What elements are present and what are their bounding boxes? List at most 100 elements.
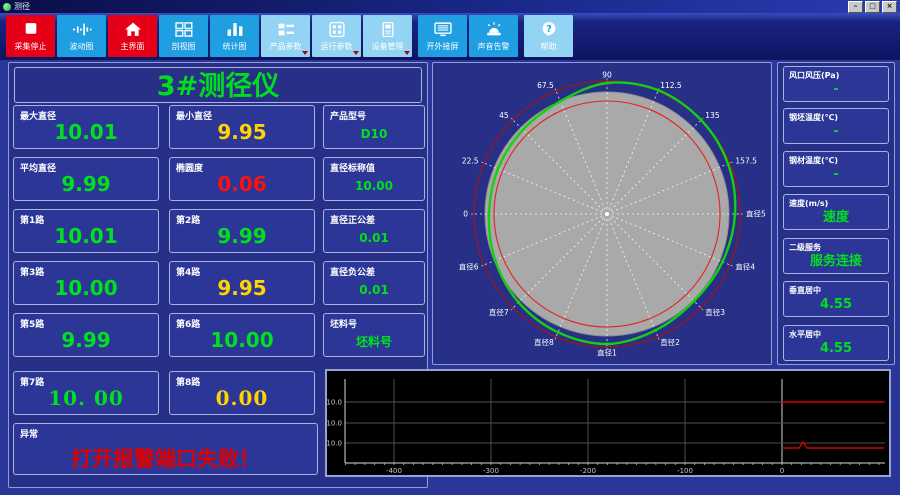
trend-chart-panel: -400 -300 -200 -100 0 10.0 10.0 10.0 [325, 369, 891, 477]
svg-text:直径3: 直径3 [705, 307, 725, 317]
toolbar-button-stop-acquisition[interactable]: 采集停止 [6, 15, 55, 57]
field-value: 10. 00 [48, 386, 124, 410]
svg-text:-100: -100 [677, 467, 693, 475]
field-horizontal-centering: 水平居中 4.55 [783, 325, 889, 361]
svg-text:157.5: 157.5 [735, 156, 757, 165]
toolbar-button-label: 运行参数 [320, 42, 353, 51]
toolbar-button-statistics-chart[interactable]: 统计图 [210, 15, 259, 57]
field-value: - [833, 167, 839, 182]
minimize-button[interactable]: – [848, 0, 863, 13]
field-channel-5: 第5路 9.99 [13, 313, 159, 357]
toolbar-button-run-params[interactable]: 运行参数 [312, 15, 361, 57]
field-label: 直径正公差 [330, 216, 376, 226]
toolbar-button-label: 波动图 [69, 42, 94, 51]
toolbar: 采集停止 波动图 主界面 剖视图 统计图 产品参数 运行参数 设备管理 开外接屏… [0, 13, 900, 60]
close-button[interactable]: × [882, 0, 897, 13]
toolbar-button-sound-alarm[interactable]: 声音告警 [469, 15, 518, 57]
status-panel: 风口风压(Pa) - 钢坯温度(℃) - 钢材温度(℃) - 速度(m/s) 速… [777, 62, 895, 365]
field-value: 0.00 [215, 386, 269, 410]
field-value: 10.00 [355, 179, 393, 193]
svg-text:-300: -300 [483, 467, 499, 475]
barchart-icon [227, 23, 242, 36]
svg-text:直径7: 直径7 [489, 307, 509, 317]
gauge-title: 3#测径仪 [14, 67, 422, 103]
toolbar-button-label: 统计图 [222, 42, 247, 51]
svg-text:-200: -200 [580, 467, 596, 475]
toolbar-button-label: 主界面 [120, 42, 145, 51]
toolbar-button-fluctuation-chart[interactable]: 波动图 [57, 15, 106, 57]
svg-text:22.5: 22.5 [462, 156, 479, 165]
svg-text:10.0: 10.0 [327, 440, 342, 448]
field-air-pressure: 风口风压(Pa) - [783, 66, 889, 102]
svg-text:-400: -400 [386, 467, 402, 475]
field-billet-number: 坯料号 坯料号 [323, 313, 425, 357]
waveform-icon [72, 23, 92, 36]
svg-text:直径4: 直径4 [735, 262, 755, 272]
field-channel-4: 第4路 9.95 [169, 261, 315, 305]
field-value: 服务连接 [809, 254, 862, 269]
field-value: 9.99 [61, 172, 111, 196]
field-minus-tolerance: 直径负公差 0.01 [323, 261, 425, 305]
toolbar-button-label: 声音告警 [477, 42, 510, 51]
alarm-label: 异常 [20, 430, 39, 440]
field-value: D10 [360, 127, 388, 141]
field-value: 0.06 [217, 172, 267, 196]
toolbar-button-help[interactable]: ? 帮助 [524, 15, 573, 57]
field-product-model: 产品型号 D10 [323, 105, 425, 149]
field-label: 垂直居中 [789, 286, 821, 295]
field-ovality: 椭圆度 0.06 [169, 157, 315, 201]
svg-text:直径8: 直径8 [534, 337, 554, 347]
field-channel-7: 第7路 10. 00 [13, 371, 159, 415]
field-value: 9.99 [61, 328, 111, 352]
home-icon [124, 22, 141, 36]
svg-text:直径2: 直径2 [660, 337, 680, 347]
stop-icon [25, 23, 36, 34]
toolbar-button-label: 设备管理 [371, 42, 404, 51]
field-value: 速度 [822, 210, 849, 225]
svg-text:135: 135 [705, 111, 720, 120]
field-label: 直径标称值 [330, 164, 376, 174]
svg-text:0: 0 [463, 210, 468, 219]
field-value: 10.01 [54, 224, 118, 248]
field-value: 10.01 [54, 120, 118, 144]
field-value: 0.01 [359, 283, 389, 297]
cross-section-panel: 0 22.5 45 67.5 90 112.5 135 157.5 直径5 直径4 直径3 直径2 直径… [432, 62, 772, 365]
toolbar-button-main-screen[interactable]: 主界面 [108, 15, 157, 57]
svg-text:直径6: 直径6 [459, 262, 479, 272]
toolbar-button-label: 产品参数 [269, 42, 302, 51]
toolbar-button-section-view[interactable]: 剖视图 [159, 15, 208, 57]
siren-icon [486, 22, 501, 36]
svg-text:45: 45 [499, 111, 509, 120]
field-min-diameter: 最小直径 9.95 [169, 105, 315, 149]
field-value: - [833, 124, 839, 139]
field-nominal-diameter: 直径标称值 10.00 [323, 157, 425, 201]
dropdown-arrow-icon [353, 51, 359, 55]
run-params-icon [328, 21, 345, 38]
svg-text:0: 0 [780, 467, 784, 475]
monitor-icon [433, 22, 452, 37]
maximize-button[interactable]: □ [865, 0, 880, 13]
help-icon: ? [542, 22, 555, 37]
field-value: 10.00 [210, 328, 274, 352]
field-steel-temperature: 钢材温度(℃) - [783, 151, 889, 187]
windows-icon [174, 22, 192, 37]
svg-text:10.0: 10.0 [327, 399, 342, 407]
field-label: 速度(m/s) [789, 199, 829, 208]
svg-text:直径5: 直径5 [746, 209, 766, 219]
field-value: 9.99 [217, 224, 267, 248]
toolbar-button-external-screen[interactable]: 开外接屏 [418, 15, 467, 57]
field-value: 0.01 [359, 231, 389, 245]
toolbar-button-label: 开外接屏 [426, 42, 459, 51]
field-value: 9.95 [217, 276, 267, 300]
field-billet-temperature: 钢坯温度(℃) - [783, 108, 889, 144]
field-plus-tolerance: 直径正公差 0.01 [323, 209, 425, 253]
toolbar-button-label: 帮助 [540, 42, 557, 51]
dropdown-arrow-icon [404, 51, 410, 55]
toolbar-button-product-params[interactable]: 产品参数 [261, 15, 310, 57]
trend-chart: -400 -300 -200 -100 0 10.0 10.0 10.0 [326, 379, 885, 475]
toolbar-button-device-management[interactable]: 设备管理 [363, 15, 412, 57]
field-value: 坯料号 [355, 335, 392, 349]
app-icon [3, 2, 11, 11]
svg-text:直径1: 直径1 [597, 348, 617, 358]
field-channel-3: 第3路 10.00 [13, 261, 159, 305]
